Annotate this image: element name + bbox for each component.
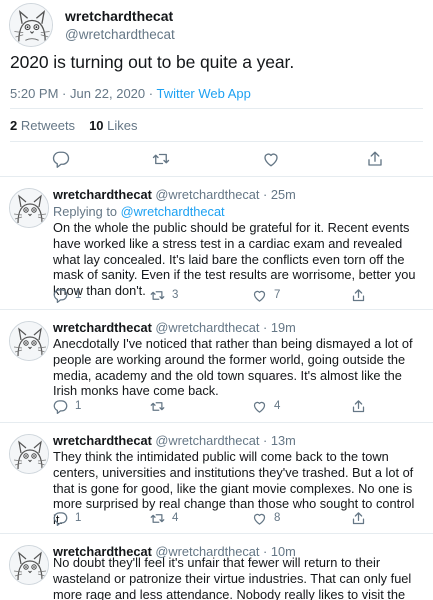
reply-icon [53, 511, 68, 526]
retweet-icon [150, 290, 165, 300]
user-handle[interactable]: @wretchardthecat [155, 187, 259, 202]
avatar[interactable] [9, 434, 49, 474]
reply-header: wretchardthecat @wretchardthecat · 25m [53, 187, 296, 202]
reply-actions: 1 4 8 [0, 510, 433, 526]
display-name[interactable]: wretchardthecat [53, 433, 152, 448]
retweet-icon [150, 401, 165, 411]
cat-avatar-icon [10, 4, 52, 46]
replying-to: Replying to @wretchardthecat [53, 204, 225, 219]
reply-actions: 1 3 7 [0, 287, 433, 303]
reply-tweet[interactable]: wretchardthecat @wretchardthecat · 25m R… [0, 176, 433, 309]
like-count: 4 [274, 400, 281, 412]
avatar[interactable] [9, 188, 49, 228]
user-handle[interactable]: @wretchardthecat [155, 320, 259, 335]
reply-tweet[interactable]: wretchardthecat @wretchardthecat · 13m T… [0, 422, 433, 533]
like-icon [253, 401, 266, 413]
reply-text: No doubt they'll feel it's unfair that f… [53, 555, 412, 600]
reply-actions: 1 4 [0, 398, 433, 414]
retweet-button[interactable] [150, 398, 172, 414]
share-icon [352, 399, 365, 412]
like-icon[interactable] [262, 150, 280, 168]
retweet-count: 4 [172, 512, 179, 524]
replying-to-mention[interactable]: @wretchardthecat [121, 204, 225, 219]
divider [10, 141, 423, 142]
separator-dot: · [263, 187, 268, 202]
cat-avatar-icon [10, 322, 48, 360]
divider [10, 108, 423, 109]
tweet-timestamp: 5:20 PM · Jun 22, 2020 · Twitter Web App [10, 86, 251, 101]
likes-stat[interactable]: 10 Likes [89, 118, 137, 133]
share-icon [352, 511, 365, 524]
share-button[interactable] [351, 510, 366, 526]
retweet-count: 3 [172, 289, 179, 301]
reply-time[interactable]: 25m [271, 187, 296, 202]
separator-dot: · [263, 320, 268, 335]
reply-count: 1 [75, 289, 82, 301]
user-handle[interactable]: @wretchardthecat [65, 27, 175, 42]
cat-avatar-icon [10, 435, 48, 473]
reply-time[interactable]: 13m [271, 433, 296, 448]
reply-count: 1 [75, 512, 82, 524]
cat-avatar-icon [10, 189, 48, 227]
replying-to-label: Replying to [53, 204, 121, 219]
reply-tweet[interactable]: wretchardthecat @wretchardthecat · 19m A… [0, 309, 433, 422]
reply-button[interactable]: 1 [53, 398, 81, 414]
reply-button[interactable]: 1 [53, 287, 81, 303]
reply-header: wretchardthecat @wretchardthecat · 19m [53, 320, 296, 335]
reply-count: 1 [75, 400, 82, 412]
like-count: 8 [274, 512, 281, 524]
reply-button[interactable]: 1 [53, 510, 81, 526]
reply-icon [53, 288, 68, 303]
retweets-label: Retweets [20, 118, 76, 133]
source-app-link[interactable]: Twitter Web App [156, 86, 250, 101]
avatar[interactable] [9, 3, 53, 47]
likes-label: Likes [107, 118, 138, 133]
user-handle[interactable]: @wretchardthecat [155, 433, 259, 448]
avatar[interactable] [9, 321, 49, 361]
share-button[interactable] [351, 287, 366, 303]
likes-count: 10 [89, 118, 104, 133]
reply-icon[interactable] [52, 150, 70, 168]
retweet-button[interactable]: 3 [150, 287, 178, 303]
display-name[interactable]: wretchardthecat [53, 187, 152, 202]
retweets-count: 2 [10, 118, 18, 133]
display-name[interactable]: wretchardthecat [65, 8, 173, 24]
like-button[interactable]: 8 [252, 510, 280, 526]
separator-dot: · [263, 433, 268, 448]
cat-avatar-icon [10, 546, 48, 584]
like-icon [253, 513, 266, 525]
retweet-button[interactable]: 4 [150, 510, 178, 526]
avatar[interactable] [9, 545, 49, 585]
display-name[interactable]: wretchardthecat [53, 320, 152, 335]
share-icon [352, 288, 365, 301]
like-count: 7 [274, 289, 281, 301]
reply-text: Anecdotally I've noticed that rather tha… [53, 336, 413, 399]
like-button[interactable]: 4 [252, 398, 280, 414]
like-icon [253, 290, 266, 302]
retweets-stat[interactable]: 2 Retweets [10, 118, 75, 133]
share-icon[interactable] [366, 150, 384, 168]
reply-icon [53, 399, 68, 414]
timestamp-text[interactable]: 5:20 PM · Jun 22, 2020 · [10, 86, 156, 101]
share-button[interactable] [351, 398, 366, 414]
reply-time[interactable]: 19m [271, 320, 296, 335]
reply-header: wretchardthecat @wretchardthecat · 13m [53, 433, 296, 448]
main-tweet-header: wretchardthecat @wretchardthecat [9, 3, 429, 47]
tweet-stats: 2 Retweets 10 Likes [10, 118, 138, 133]
like-button[interactable]: 7 [252, 287, 280, 303]
retweet-icon [150, 513, 165, 523]
tweet-text: 2020 is turning out to be quite a year. [10, 52, 295, 72]
retweet-icon[interactable] [152, 150, 170, 168]
reply-tweet[interactable]: wretchardthecat @wretchardthecat · 10m N… [0, 533, 433, 600]
main-tweet-actions [0, 150, 433, 172]
